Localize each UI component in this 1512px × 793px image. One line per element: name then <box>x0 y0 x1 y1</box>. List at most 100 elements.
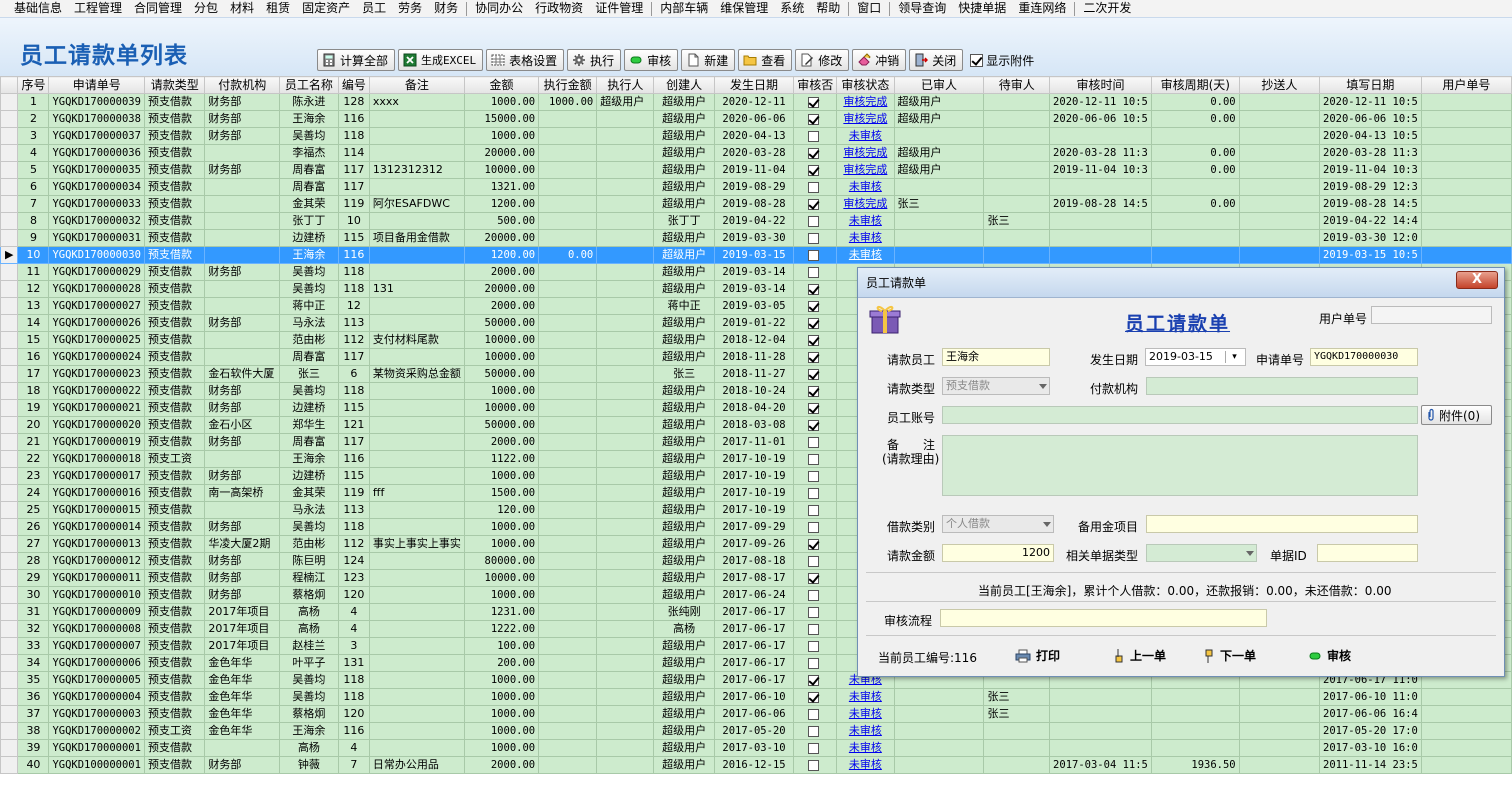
cell-creator[interactable]: 蒋中正 <box>653 297 715 315</box>
cell-emp[interactable]: 蔡格炯 <box>278 705 339 723</box>
cell-id[interactable]: YGQKD170000039 <box>48 93 145 111</box>
menu-item[interactable]: 内部车辆 <box>654 0 714 17</box>
cell-executor[interactable]: 超级用户 <box>596 93 655 111</box>
cell-id[interactable]: YGQKD170000016 <box>48 484 145 502</box>
cell-audited[interactable]: 超级用户 <box>893 110 985 128</box>
menu-item[interactable]: 基础信息 <box>8 0 68 17</box>
row-indicator[interactable] <box>0 467 19 485</box>
cell-type[interactable]: 预支借款 <box>143 501 206 519</box>
cell-pending[interactable] <box>983 161 1051 179</box>
status-link[interactable]: 未审核 <box>849 707 882 720</box>
audit-checkbox[interactable] <box>808 521 820 533</box>
cell-emp[interactable]: 周春富 <box>278 433 339 451</box>
cell-code[interactable]: 118 <box>337 280 370 298</box>
cell-creator[interactable]: 超级用户 <box>653 195 715 213</box>
row-indicator[interactable] <box>0 705 19 723</box>
cell-exec_amt[interactable] <box>538 722 598 740</box>
audit-button[interactable]: 审核 <box>624 49 679 71</box>
audit-checkbox[interactable] <box>808 742 820 754</box>
audit-checkbox[interactable] <box>808 623 820 635</box>
cell-date[interactable]: 2019-03-05 <box>713 297 795 315</box>
cell-chk[interactable] <box>793 484 838 502</box>
cell-emp[interactable]: 吴善均 <box>278 671 339 689</box>
user-no-field[interactable] <box>1371 306 1492 324</box>
cell-amt[interactable]: 1000.00 <box>463 127 540 145</box>
cell-creator[interactable]: 超级用户 <box>653 688 715 706</box>
cell-code[interactable]: 116 <box>337 110 370 128</box>
cell-creator[interactable]: 超级用户 <box>653 127 715 145</box>
cell-creator[interactable]: 超级用户 <box>653 722 715 740</box>
cell-type[interactable]: 预支借款 <box>143 518 206 536</box>
cell-creator[interactable]: 超级用户 <box>653 263 715 281</box>
cell-note[interactable] <box>368 501 465 519</box>
cell-amt[interactable]: 1231.00 <box>463 603 540 621</box>
status-link[interactable]: 未审核 <box>849 690 882 703</box>
cell-emp[interactable]: 吴善均 <box>278 280 339 298</box>
cell-pending[interactable] <box>983 739 1051 757</box>
cell-emp[interactable]: 程楠江 <box>278 569 339 587</box>
cell-executor[interactable] <box>596 246 655 264</box>
row-indicator[interactable] <box>0 280 19 298</box>
cell-amt[interactable]: 2000.00 <box>463 433 540 451</box>
row-indicator[interactable] <box>0 756 19 774</box>
cell-date[interactable]: 2017-08-18 <box>713 552 795 570</box>
cell-executor[interactable] <box>596 365 655 383</box>
cell-creator[interactable]: 超级用户 <box>653 110 715 128</box>
cell-note[interactable] <box>368 518 465 536</box>
cell-code[interactable]: 118 <box>337 263 370 281</box>
cell-no[interactable]: 17 <box>17 365 50 383</box>
cell-amt[interactable]: 1000.00 <box>463 671 540 689</box>
cell-user_no[interactable] <box>1420 212 1512 230</box>
cell-id[interactable]: YGQKD170000012 <box>48 552 145 570</box>
audit-checkbox[interactable] <box>808 368 820 380</box>
row-indicator[interactable] <box>0 297 19 315</box>
cell-note[interactable]: xxxx <box>368 93 465 111</box>
cell-no[interactable]: 20 <box>17 416 50 434</box>
cell-org[interactable] <box>204 144 280 162</box>
status-link[interactable]: 未审核 <box>849 180 882 193</box>
cell-cycle[interactable]: 1936.50 <box>1150 756 1240 774</box>
cell-amt[interactable]: 1122.00 <box>463 450 540 468</box>
cell-user_no[interactable] <box>1420 688 1512 706</box>
cell-org[interactable] <box>204 246 280 264</box>
audit-checkbox[interactable] <box>808 572 820 584</box>
cell-date[interactable]: 2017-10-19 <box>713 467 795 485</box>
cell-date[interactable]: 2020-04-13 <box>713 127 795 145</box>
status-link[interactable]: 未审核 <box>849 758 882 771</box>
cell-note[interactable] <box>368 637 465 655</box>
row-indicator[interactable] <box>0 569 19 587</box>
column-header[interactable]: 员工名称 <box>278 76 339 94</box>
cell-id[interactable]: YGQKD170000025 <box>48 331 145 349</box>
cell-chk[interactable] <box>793 280 838 298</box>
cell-note[interactable] <box>368 552 465 570</box>
cell-no[interactable]: 24 <box>17 484 50 502</box>
cell-note[interactable]: 支付材料尾款 <box>368 331 465 349</box>
cell-code[interactable]: 118 <box>337 688 370 706</box>
cell-fill[interactable]: 2011-11-14 23:5 <box>1319 756 1422 774</box>
cell-type[interactable]: 预支借款 <box>143 246 206 264</box>
cell-exec_amt[interactable] <box>538 127 598 145</box>
cell-exec_amt[interactable] <box>538 671 598 689</box>
audit-checkbox[interactable] <box>808 215 820 227</box>
cell-org[interactable] <box>204 212 280 230</box>
cell-cc[interactable] <box>1238 756 1321 774</box>
cell-id[interactable]: YGQKD170000018 <box>48 450 145 468</box>
cell-org[interactable]: 财务部 <box>204 518 280 536</box>
menu-item[interactable]: 二次开发 <box>1077 0 1137 17</box>
cell-pending[interactable] <box>983 756 1051 774</box>
audit-checkbox[interactable] <box>808 487 820 499</box>
cell-code[interactable]: 123 <box>337 569 370 587</box>
row-indicator[interactable] <box>0 637 19 655</box>
cell-note[interactable] <box>368 586 465 604</box>
cell-creator[interactable]: 超级用户 <box>653 739 715 757</box>
table-row[interactable]: 39 YGQKD170000001 预支借款 高杨 4 1000.00 超级用户 2017-0… <box>0 739 1512 757</box>
reserve-field[interactable] <box>1146 515 1418 533</box>
cell-type[interactable]: 预支借款 <box>143 314 206 332</box>
cell-cycle[interactable]: 0.00 <box>1150 144 1240 162</box>
cell-type[interactable]: 预支借款 <box>143 212 206 230</box>
cell-executor[interactable] <box>596 586 655 604</box>
cell-org[interactable] <box>204 348 280 366</box>
cell-type[interactable]: 预支借款 <box>143 756 206 774</box>
cell-id[interactable]: YGQKD100000001 <box>48 756 145 774</box>
cell-audit_time[interactable]: 2020-12-11 10:5 <box>1049 93 1152 111</box>
